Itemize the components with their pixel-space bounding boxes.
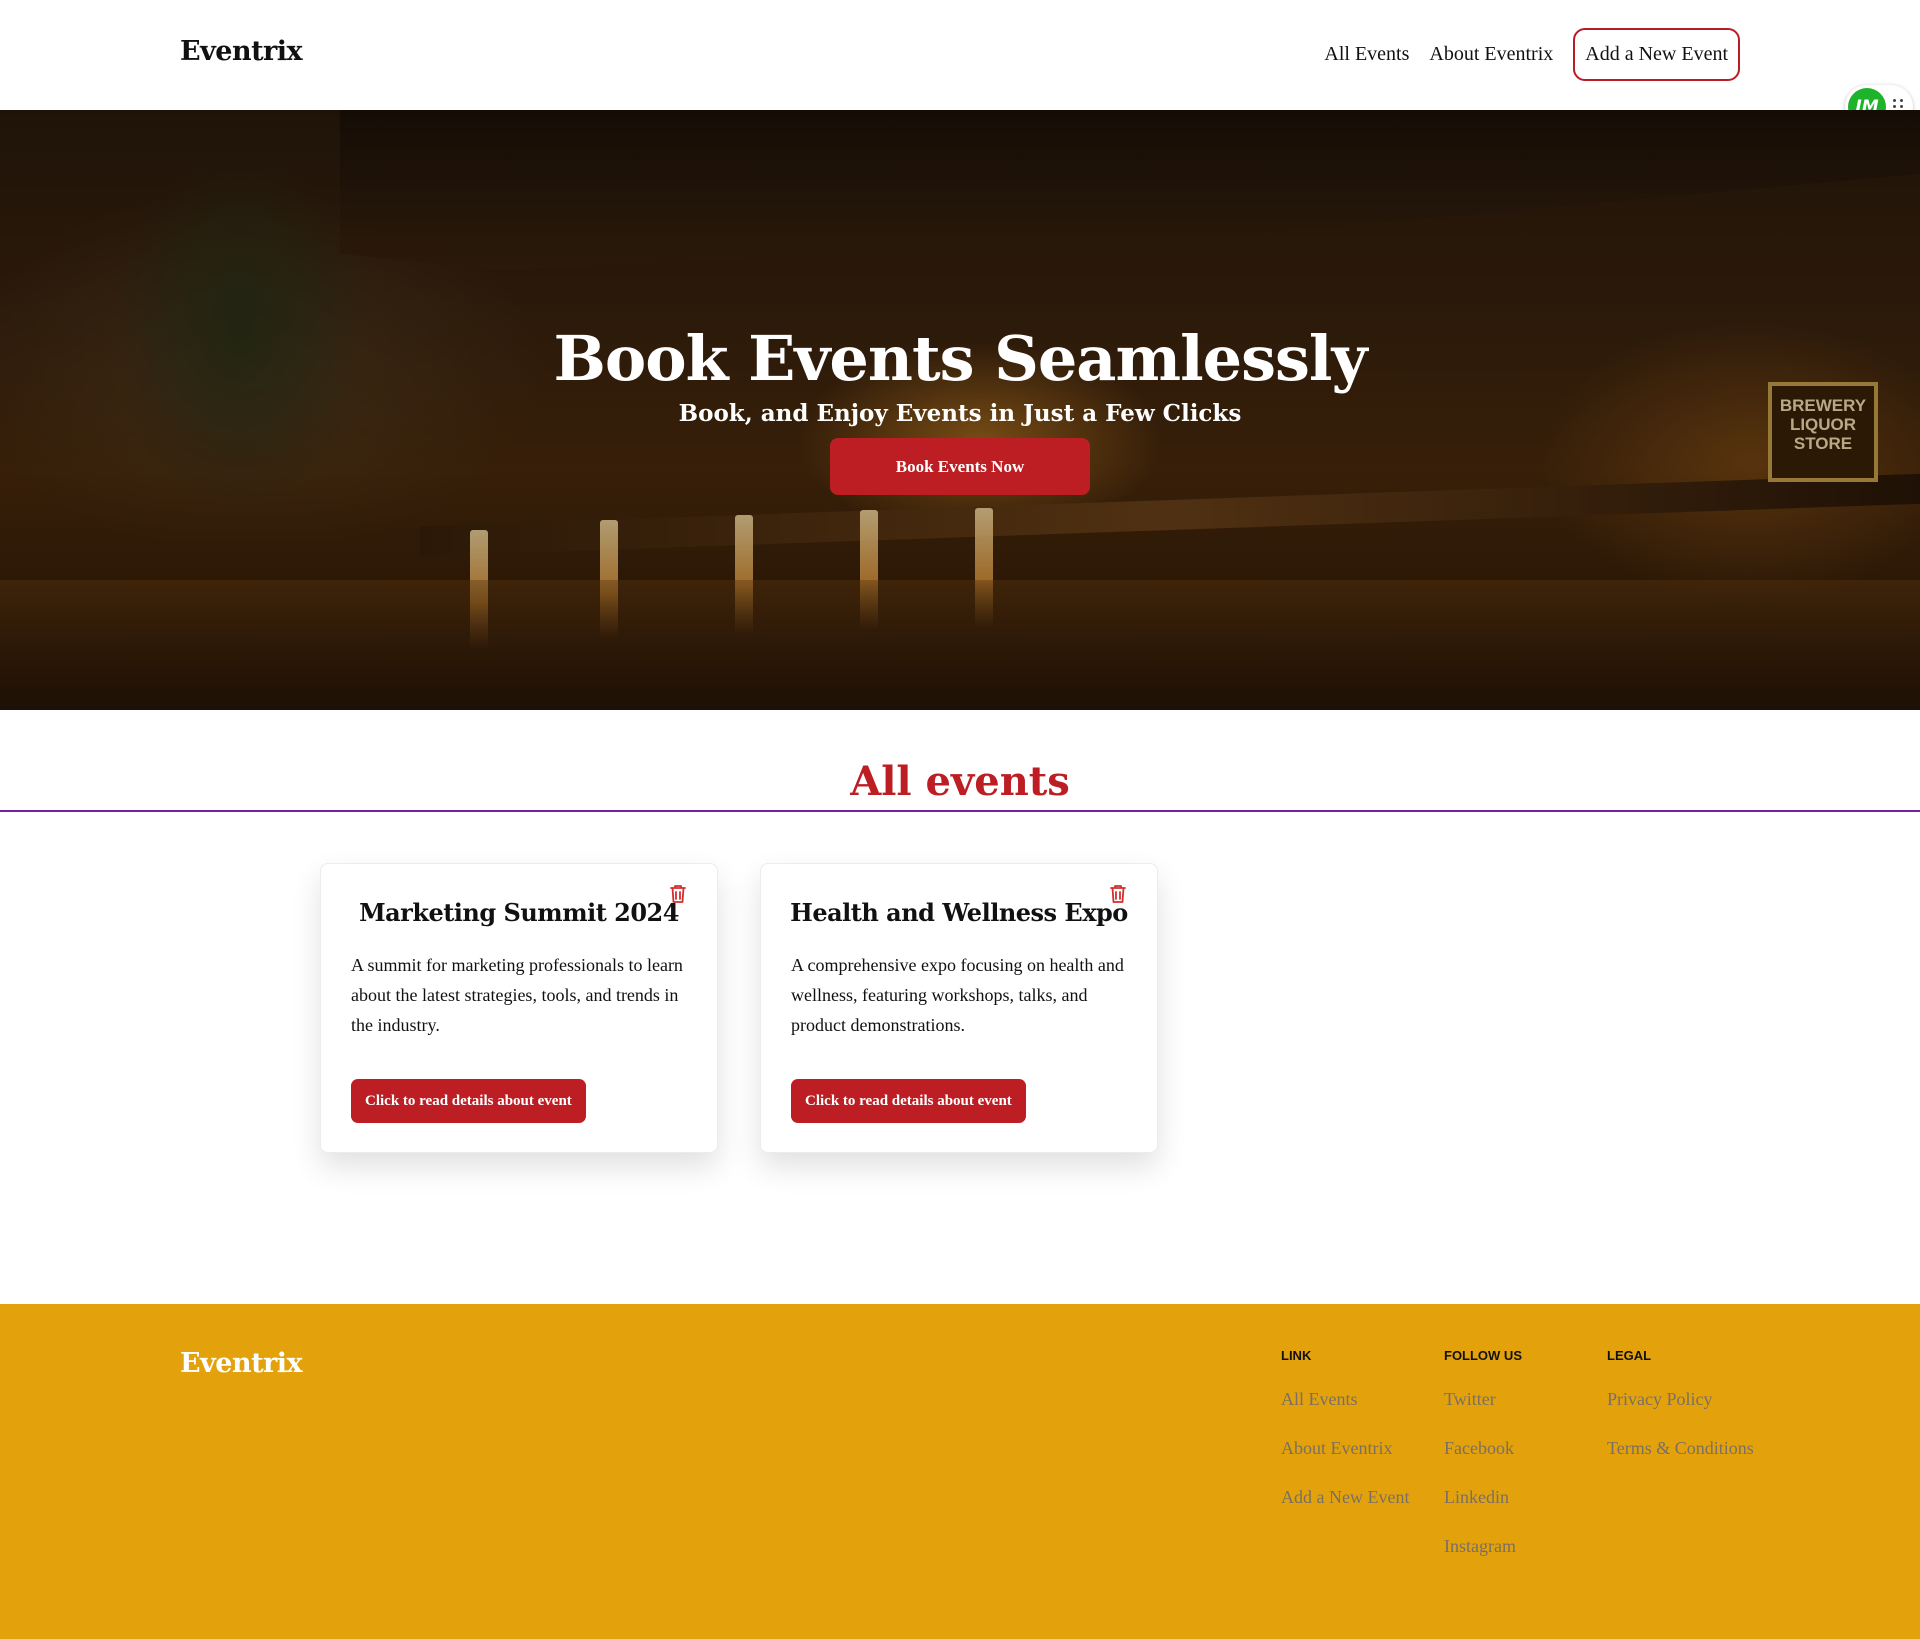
footer-link-privacy[interactable]: Privacy Policy bbox=[1607, 1389, 1754, 1410]
book-events-now-button[interactable]: Book Events Now bbox=[830, 438, 1090, 495]
event-card-description: A comprehensive expo focusing on health … bbox=[791, 955, 1124, 1035]
all-events-heading: All events bbox=[850, 758, 1070, 805]
footer-link-about[interactable]: About Eventrix bbox=[1281, 1438, 1409, 1459]
event-details-button[interactable]: Click to read details about event bbox=[351, 1079, 586, 1123]
hero-subtitle: Book, and Enjoy Events in Just a Few Cli… bbox=[678, 400, 1242, 427]
footer-link-facebook[interactable]: Facebook bbox=[1444, 1438, 1522, 1459]
footer: Eventrix LINK All Events About Eventrix … bbox=[0, 1304, 1920, 1639]
nav-link-all-events[interactable]: All Events bbox=[1324, 43, 1409, 66]
footer-link-linkedin[interactable]: Linkedin bbox=[1444, 1487, 1522, 1508]
event-details-button[interactable]: Click to read details about event bbox=[791, 1079, 1026, 1123]
nav-links: All Events About Eventrix Add a New Even… bbox=[1324, 28, 1740, 81]
footer-heading: LINK bbox=[1281, 1348, 1312, 1363]
hero-banner: BREWERY LIQUOR STORE Book Events Seamles… bbox=[0, 110, 1920, 710]
footer-link-add-event[interactable]: Add a New Event bbox=[1281, 1487, 1409, 1508]
brand-logo[interactable]: Eventrix bbox=[180, 36, 303, 67]
section-divider bbox=[0, 810, 1920, 812]
footer-column-legal: LEGAL Privacy Policy Terms & Conditions bbox=[1607, 1348, 1754, 1487]
footer-column-follow-us: FOLLOW US Twitter Facebook Linkedin Inst… bbox=[1444, 1348, 1522, 1585]
footer-link-twitter[interactable]: Twitter bbox=[1444, 1389, 1522, 1410]
navbar: Eventrix All Events About Eventrix Add a… bbox=[0, 0, 1920, 110]
footer-link-terms[interactable]: Terms & Conditions bbox=[1607, 1438, 1754, 1459]
footer-column-link: LINK All Events About Eventrix Add a New… bbox=[1281, 1348, 1409, 1536]
footer-heading: FOLLOW US bbox=[1444, 1348, 1522, 1363]
event-card: Marketing Summit 2024 A summit for marke… bbox=[320, 863, 718, 1153]
event-card: Health and Wellness Expo A comprehensive… bbox=[760, 863, 1158, 1153]
add-new-event-button[interactable]: Add a New Event bbox=[1573, 28, 1740, 81]
nav-link-about[interactable]: About Eventrix bbox=[1429, 43, 1553, 66]
hero-title: Book Events Seamlessly bbox=[553, 322, 1368, 395]
footer-brand-logo[interactable]: Eventrix bbox=[180, 1348, 303, 1379]
footer-link-all-events[interactable]: All Events bbox=[1281, 1389, 1409, 1410]
event-card-description: A summit for marketing professionals to … bbox=[351, 955, 683, 1035]
footer-heading: LEGAL bbox=[1607, 1348, 1652, 1363]
footer-link-instagram[interactable]: Instagram bbox=[1444, 1536, 1522, 1557]
event-card-title: Health and Wellness Expo bbox=[790, 898, 1128, 927]
event-card-title: Marketing Summit 2024 bbox=[359, 898, 679, 927]
